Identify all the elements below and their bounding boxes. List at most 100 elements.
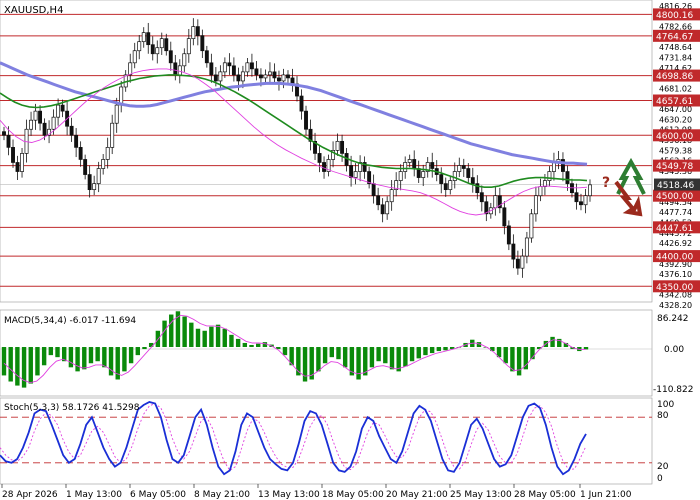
- candle-body: [452, 171, 457, 181]
- candle-body: [42, 122, 47, 136]
- candle-body: [412, 159, 417, 169]
- candle-body: [376, 195, 381, 206]
- price-axis-tick: 4731.84: [659, 54, 692, 63]
- candle-body: [304, 110, 308, 130]
- candle-body: [128, 62, 133, 76]
- candle-body: [515, 258, 520, 269]
- candle-body: [403, 162, 408, 172]
- macd-bar: [503, 347, 508, 364]
- macd-panel[interactable]: MACD(5,34,4) -6.017 -11.694: [0, 309, 653, 397]
- level-label: 4698.86: [656, 72, 693, 82]
- candle-body: [479, 192, 484, 203]
- candle-body: [470, 177, 475, 184]
- candle-body: [443, 183, 448, 191]
- current-price-tag: 4518.46: [654, 178, 700, 191]
- time-axis-label: 6 May 05:00: [130, 490, 186, 500]
- candle-body: [236, 74, 241, 82]
- candle-body: [92, 183, 97, 191]
- macd-bar: [68, 347, 74, 368]
- candle-body: [466, 168, 471, 178]
- macd-bar: [88, 347, 94, 364]
- symbol-label: XAUUSD,H4: [4, 5, 63, 16]
- candle-body: [268, 71, 272, 76]
- candle-body: [141, 32, 146, 43]
- candle-body: [340, 140, 345, 154]
- level-label: 4549.78: [656, 162, 693, 172]
- candle-body: [286, 74, 290, 79]
- candle-body: [56, 104, 61, 118]
- candle-body: [33, 110, 38, 121]
- candle-body: [588, 184, 592, 197]
- candle-body: [11, 147, 15, 163]
- macd-bar: [443, 347, 448, 351]
- candle-body: [105, 147, 110, 160]
- candle-body: [430, 162, 435, 169]
- macd-bar: [550, 336, 555, 348]
- price-axis-tick: 4748.64: [659, 43, 692, 52]
- time-axis-label: 28 May 05:00: [514, 490, 576, 500]
- candle-body: [87, 174, 92, 191]
- candle-body: [520, 255, 525, 269]
- candle-body: [231, 65, 236, 76]
- time-axis-label: 8 May 21:00: [194, 490, 250, 500]
- stoch-axis-100: 100: [657, 400, 674, 410]
- time-axis-label: 28 Apr 2026: [2, 490, 58, 500]
- macd-bar: [41, 347, 47, 366]
- candle-body: [493, 195, 498, 209]
- candle-body: [524, 237, 529, 257]
- candle-body: [457, 165, 462, 172]
- candle-body: [164, 38, 169, 52]
- candle-body: [551, 162, 556, 172]
- candle-body: [29, 119, 33, 130]
- macd-bar: [215, 324, 221, 348]
- candle-body: [177, 65, 182, 76]
- candle-body: [254, 68, 259, 76]
- candle-body: [281, 74, 286, 82]
- time-axis-label: 13 May 13:00: [258, 490, 320, 500]
- candle-body: [60, 104, 65, 112]
- price-axis-tick: 4328.20: [659, 301, 692, 310]
- price-axis-tick: 4630.20: [659, 115, 692, 124]
- price-axis-tick: 4376.10: [659, 270, 692, 279]
- candle-body: [137, 41, 142, 52]
- trading-chart[interactable]: ? XAUUSD,H4 4816.264799.464782.664765.44…: [0, 0, 700, 500]
- macd-bar: [48, 347, 54, 356]
- macd-bar: [516, 347, 522, 376]
- macd-bar: [336, 347, 341, 360]
- candle-body: [195, 26, 200, 36]
- candle-body: [78, 147, 83, 160]
- candle-body: [182, 53, 187, 67]
- macd-bar: [162, 320, 167, 348]
- stoch-panel[interactable]: Stoch(5,3,3) 58.1726 41.5298: [0, 397, 653, 485]
- macd-bar: [383, 347, 388, 364]
- macd-bar: [209, 326, 214, 348]
- time-axis-label: 25 May 13:00: [450, 490, 512, 500]
- macd-bar: [376, 347, 381, 362]
- macd-bar: [436, 347, 442, 352]
- macd-bar: [128, 347, 134, 364]
- candle-body: [227, 62, 232, 67]
- time-axis-label: 1 May 13:00: [66, 490, 122, 500]
- candle-body: [277, 77, 281, 82]
- candle-body: [565, 171, 570, 184]
- candle-body: [218, 71, 223, 82]
- candle-body: [461, 165, 466, 169]
- price-panel[interactable]: ? XAUUSD,H4: [0, 0, 653, 303]
- macd-bar: [316, 347, 321, 372]
- candle-body: [51, 116, 56, 130]
- macd-bar: [389, 347, 395, 370]
- candle-body: [2, 131, 6, 136]
- macd-bar: [342, 347, 348, 368]
- macd-bar: [282, 347, 288, 356]
- candle-body: [322, 162, 326, 172]
- candle-body: [385, 201, 390, 215]
- candle-body: [245, 62, 250, 73]
- candle-body: [249, 62, 254, 70]
- level-label: 4447.61: [656, 224, 693, 234]
- stoch-label: Stoch(5,3,3) 58.1726 41.5298: [4, 403, 140, 413]
- stoch-axis-20: 20: [657, 462, 669, 472]
- candle-body: [421, 171, 426, 178]
- candle-body: [209, 62, 214, 76]
- macd-bar: [356, 347, 361, 380]
- macd-bar: [256, 343, 261, 348]
